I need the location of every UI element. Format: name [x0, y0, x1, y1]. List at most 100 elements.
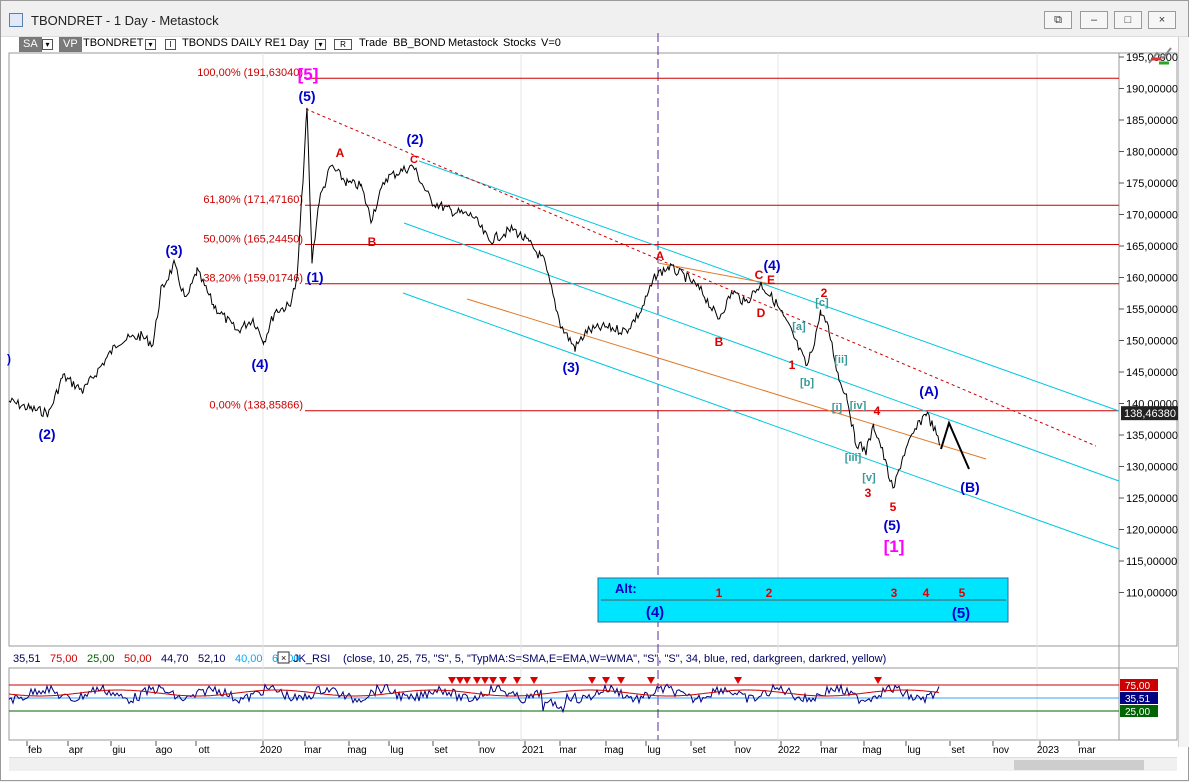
price-axis-label: 180,00000 — [1126, 147, 1178, 159]
time-axis-label: 2022 — [778, 745, 801, 756]
price-panel-frame — [8, 52, 1178, 647]
time-axis-label: mar — [1078, 745, 1096, 756]
sa-button[interactable]: SA — [19, 37, 42, 52]
type-label: Stocks — [503, 37, 537, 49]
price-axis-label: 175,00000 — [1126, 178, 1178, 190]
wave-label: C — [755, 268, 764, 282]
wave-label: (A) — [919, 383, 938, 399]
wave-label: (5) — [298, 88, 315, 104]
wave-label: [b] — [800, 377, 814, 389]
price-axis-label: 130,00000 — [1126, 462, 1178, 474]
period-dropdown-icon[interactable]: ▾ — [315, 39, 326, 50]
wave-label: [i] — [832, 402, 843, 414]
symbol-label: TBONDRET — [83, 37, 144, 49]
time-axis-label: apr — [69, 745, 84, 756]
price-axis-label: 150,00000 — [1126, 336, 1178, 348]
price-axis-label: 110,00000 — [1126, 588, 1177, 600]
horizontal-scrollbar[interactable] — [9, 757, 1177, 771]
vp-button[interactable]: VP — [59, 37, 82, 52]
indicator-name: JK_RSI — [293, 653, 330, 665]
time-axis-label: nov — [479, 745, 495, 756]
fib-level-label: 100,00% (191,63040) — [197, 67, 303, 79]
indicator-value-label: 35,51 — [13, 653, 41, 665]
fib-level-label: 0,00% (138,85866) — [209, 400, 303, 412]
r-toggle[interactable]: R — [334, 39, 352, 50]
indicator-close-glyph: × — [281, 653, 286, 663]
vendor-label: Metastock — [448, 37, 499, 49]
time-axis-label: mar — [304, 745, 322, 756]
series-marker-icon[interactable]: I — [165, 39, 176, 50]
time-axis-label: 2023 — [1037, 745, 1060, 756]
price-axis-label: 190,00000 — [1126, 84, 1178, 96]
right-panel-strip — [1178, 37, 1189, 747]
wave-label: C — [410, 154, 418, 166]
alt-minor-label: 1 — [716, 586, 723, 600]
volume-label: V=0 — [541, 37, 561, 49]
price-axis-label: 125,00000 — [1126, 493, 1178, 505]
indicator-dock-icon[interactable] — [1147, 45, 1173, 67]
indicator-value-label: 40,00 — [235, 653, 263, 665]
price-axis-label: 120,00000 — [1126, 525, 1178, 537]
time-axis-label: 2021 — [522, 745, 545, 756]
time-axis-label: mar — [559, 745, 577, 756]
indicator-params: (close, 10, 25, 75, "S", 5, "TypMA:S=SMA… — [343, 653, 886, 665]
time-axis-label: mag — [862, 745, 881, 756]
sa-dropdown-icon[interactable]: ▾ — [42, 39, 53, 50]
time-axis-label: 2020 — [260, 745, 283, 756]
wave-label: A — [656, 249, 665, 263]
wave-label: ) — [7, 352, 11, 366]
alt-box-title: Alt: — [615, 581, 637, 596]
fib-level-label: 38,20% (159,01746) — [203, 273, 303, 285]
wave-label: (1) — [306, 269, 323, 285]
indicator-value-label: 44,70 — [161, 653, 189, 665]
price-axis-label: 185,00000 — [1126, 115, 1178, 127]
indicator-level-label: 75,00 — [1125, 681, 1150, 692]
alt-major-label: (5) — [952, 605, 970, 622]
time-axis-label: set — [692, 745, 706, 756]
wave-label: (5) — [883, 517, 900, 533]
source-label: BB_BOND — [393, 37, 446, 49]
price-chart: 195,00000190,00000185,00000180,00000175,… — [7, 33, 1179, 756]
alt-minor-label: 5 — [959, 586, 966, 600]
price-axis-label: 115,00000 — [1126, 556, 1177, 568]
alt-minor-label: 2 — [766, 586, 773, 600]
time-axis-label: mag — [604, 745, 623, 756]
wave-label: [5] — [298, 65, 319, 84]
alt-major-label: (4) — [646, 604, 664, 621]
time-axis-label: set — [951, 745, 965, 756]
indicator-level-label: 35,51 — [1125, 694, 1150, 705]
wave-label: (2) — [38, 426, 55, 442]
wave-label: 1 — [789, 358, 796, 372]
time-axis-label: feb — [28, 745, 42, 756]
wave-label: D — [757, 306, 766, 320]
period-label: 1 Day — [280, 37, 309, 49]
indicator-value-label: 75,00 — [50, 653, 78, 665]
alt-minor-label: 4 — [923, 586, 930, 600]
fib-level-label: 61,80% (171,47160) — [203, 194, 303, 206]
wave-label: A — [336, 146, 345, 160]
price-axis-label: 135,00000 — [1126, 430, 1178, 442]
wave-label: (4) — [763, 257, 780, 273]
price-axis-label: 145,00000 — [1126, 367, 1178, 379]
time-axis-label: mag — [347, 745, 366, 756]
wave-label: [1] — [884, 537, 905, 556]
wave-label: 3 — [865, 486, 872, 500]
time-axis-label: ott — [198, 745, 209, 756]
trade-label[interactable]: Trade — [359, 37, 387, 52]
wave-label: [ii] — [834, 354, 848, 366]
time-axis-label: lug — [390, 745, 403, 756]
wave-label: 4 — [874, 404, 881, 418]
symbol-dropdown-icon[interactable]: ▾ — [145, 39, 156, 50]
scrollbar-thumb[interactable] — [1014, 760, 1144, 770]
indicator-value-label: 52,10 — [198, 653, 226, 665]
wave-label: B — [715, 335, 724, 349]
wave-label: [v] — [862, 472, 876, 484]
wave-label: (3) — [165, 242, 182, 258]
wave-label: [iv] — [850, 400, 867, 412]
wave-label: B — [368, 235, 377, 249]
last-price-label: 138,46380 — [1124, 408, 1176, 420]
wave-label: [iii] — [845, 452, 862, 464]
time-axis-label: giu — [112, 745, 125, 756]
metastock-window: TBONDRET - 1 Day - Metastock ⧉ – □ × 195… — [0, 0, 1189, 781]
indicator-value-label: 50,00 — [124, 653, 152, 665]
